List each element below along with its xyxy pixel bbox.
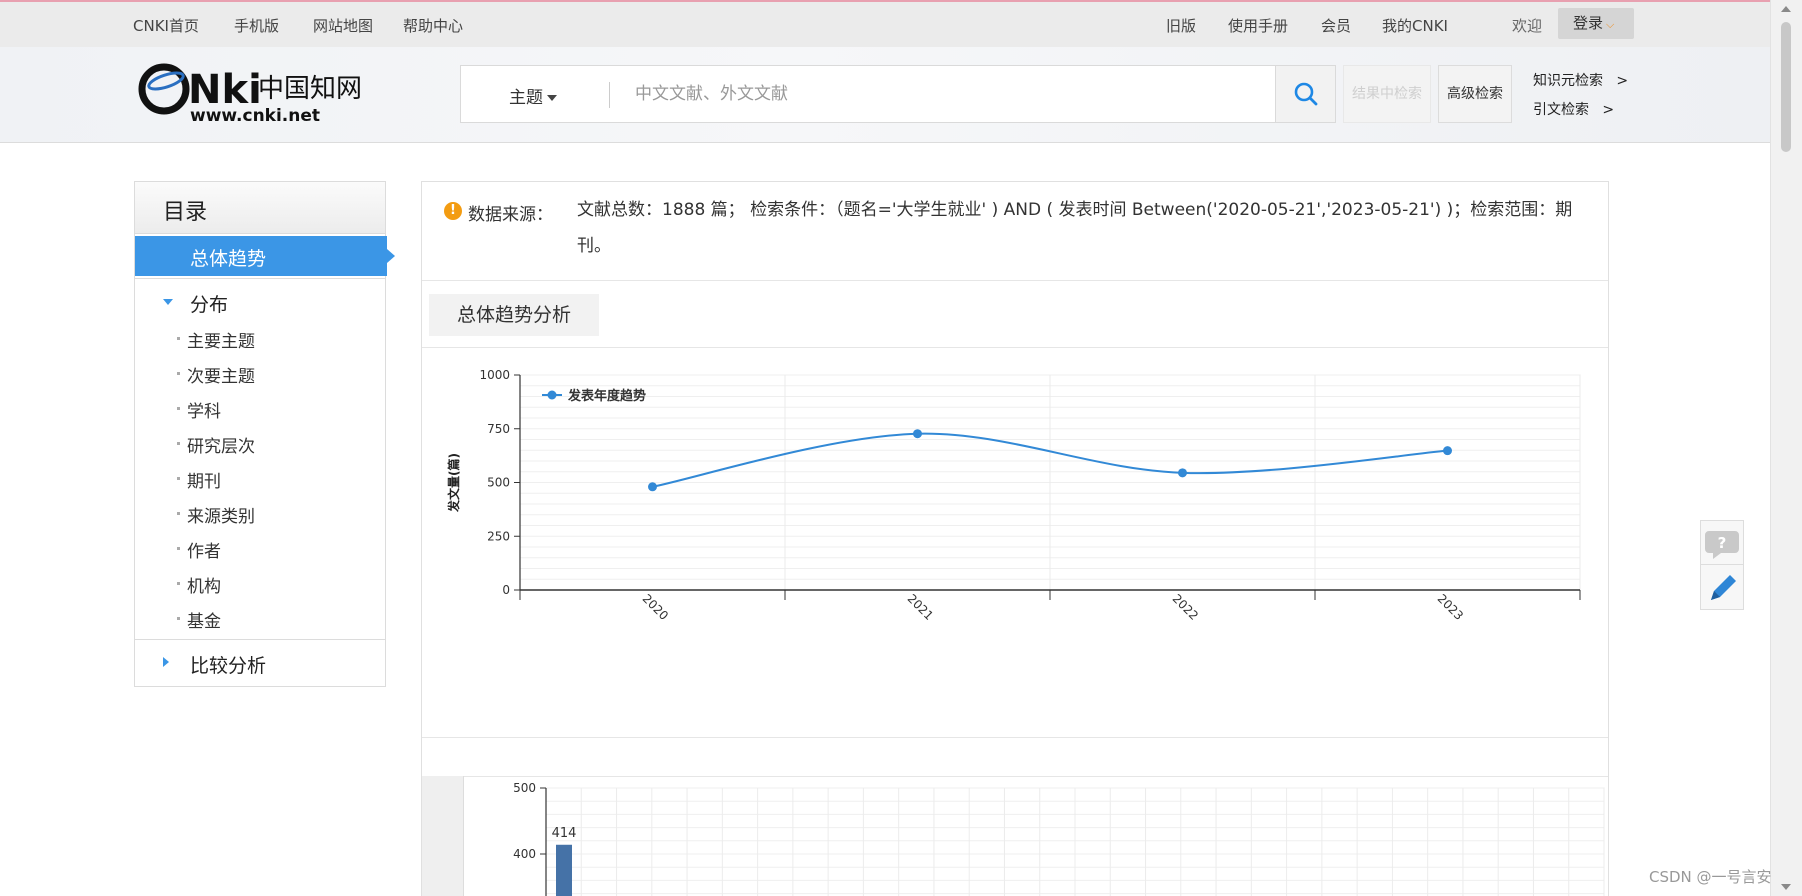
sidebar-item-journal[interactable]: 期刊 (177, 467, 221, 492)
header: Nki 中国知网 www.cnki.net 主题 结果中检索 高级检索 知识元检… (0, 47, 1770, 143)
login-label: 登录 (1573, 14, 1604, 32)
search-in-results-button[interactable]: 结果中检索 (1343, 65, 1431, 123)
knowledge-search-label: 知识元检索 (1533, 73, 1603, 89)
sidebar-item-subject[interactable]: 学科 (177, 397, 221, 422)
nav-old-version[interactable]: 旧版 (1166, 15, 1196, 36)
arrow-right-icon: > (1602, 102, 1615, 118)
pencil-icon (1711, 575, 1736, 600)
sidebar-item-source-type[interactable]: 来源类别 (177, 502, 255, 527)
svg-text:?: ? (1718, 534, 1727, 552)
nav-help[interactable]: 帮助中心 (403, 15, 463, 36)
warning-icon: ! (444, 202, 462, 220)
scrollbar-thumb[interactable] (1781, 22, 1791, 152)
nav-my-cnki[interactable]: 我的CNKI (1382, 15, 1448, 36)
search-input[interactable] (635, 78, 1285, 110)
nav-mobile[interactable]: 手机版 (234, 15, 279, 36)
sidebar-group-label: 比较分析 (190, 655, 267, 677)
welcome-text: 欢迎 (1512, 17, 1543, 35)
search-divider (609, 82, 610, 108)
sidebar-group-label: 分布 (190, 294, 229, 316)
y-tick-label: 500 (513, 781, 536, 795)
search-bar: 主题 (460, 65, 1336, 123)
svg-text:中国知网: 中国知网 (258, 74, 362, 104)
knowledge-search-link[interactable]: 知识元检索 > (1533, 70, 1628, 90)
nav-sitemap[interactable]: 网站地图 (313, 15, 373, 36)
x-tick-label: 2021 (905, 591, 936, 622)
search-button[interactable] (1275, 66, 1335, 122)
search-scope-dropdown[interactable]: 主题 (509, 83, 557, 108)
cnki-logo-graphic: Nki 中国知网 www.cnki.net (138, 63, 362, 126)
lower-bar-chart: 400 500 414 (513, 781, 1605, 896)
tab-overall-trend-analysis[interactable]: 总体趋势分析 (429, 294, 599, 336)
cnki-logo[interactable]: Nki 中国知网 www.cnki.net (138, 61, 368, 126)
data-point-2021 (913, 429, 922, 439)
sidebar-item-overall-trend[interactable]: 总体趋势 (135, 236, 395, 276)
citation-search-label: 引文检索 (1533, 102, 1589, 118)
sidebar-divider (135, 639, 385, 640)
sidebar-item-author[interactable]: 作者 (177, 537, 221, 562)
active-pointer-icon (387, 249, 395, 263)
data-point-2023 (1443, 446, 1452, 456)
search-scope-label: 主题 (509, 88, 543, 108)
data-source-text: 文献总数：1888 篇； 检索条件：（题名='大学生就业' ) AND ( 发表… (577, 200, 1573, 256)
question-bubble-icon: ? (1705, 531, 1739, 559)
advanced-search-button[interactable]: 高级检索 (1438, 65, 1512, 123)
lower-chart-sidebar (422, 776, 464, 896)
x-tick-label: 2023 (1435, 591, 1466, 622)
x-tick-label: 2020 (640, 591, 671, 622)
scroll-down-icon[interactable] (1781, 884, 1791, 890)
feedback-button[interactable]: ? (1701, 521, 1743, 565)
scroll-up-icon[interactable] (1781, 6, 1791, 12)
sidebar-item-main-topic[interactable]: 主要主题 (177, 327, 255, 352)
sidebar-group-compare[interactable]: 比较分析 (135, 651, 387, 678)
nav-cnki-home[interactable]: CNKI首页 (133, 15, 199, 36)
y-axis-label: 发文量(篇) (446, 453, 461, 513)
sidebar-item-institution[interactable]: 机构 (177, 572, 221, 597)
chevron-down-icon: ⌵ (1606, 18, 1615, 31)
legend-marker (547, 390, 557, 400)
y-tick-label: 250 (487, 529, 510, 543)
main-panel: ! 数据来源： 文献总数：1888 篇； 检索条件：（题名='大学生就业' ) … (421, 181, 1609, 896)
data-source-label: 数据来源： (468, 205, 553, 225)
y-tick-label: 500 (487, 476, 510, 490)
data-source-info: ! 数据来源： 文献总数：1888 篇； 检索条件：（题名='大学生就业' ) … (422, 182, 1608, 281)
floating-tools: ? (1700, 520, 1744, 610)
sidebar-item-research-level[interactable]: 研究层次 (177, 432, 255, 457)
sidebar-divider (135, 278, 385, 279)
sidebar-title: 目录 (135, 182, 385, 234)
trend-line-chart: 0 250 500 750 1000 2020 2021 2022 2023 发文量(篇) 发表年度… (446, 368, 1581, 623)
y-tick-label: 1000 (479, 368, 510, 382)
y-tick-label: 400 (513, 847, 536, 861)
x-tick-label: 2022 (1170, 591, 1201, 622)
sidebar-toc: 目录 总体趋势 分布 主要主题 次要主题 学科 研究层次 期刊 来源类别 作者 … (134, 181, 395, 687)
search-icon (1294, 82, 1318, 106)
y-tick-label: 750 (487, 422, 510, 436)
nav-member[interactable]: 会员 (1321, 15, 1351, 36)
login-button[interactable]: 登录 ⌵ (1558, 8, 1634, 39)
arrow-right-icon: > (1616, 73, 1629, 89)
bar (556, 844, 572, 896)
section-divider (422, 737, 1608, 738)
caret-down-icon (547, 95, 557, 101)
watermark: CSDN @一号言安 (1649, 868, 1772, 886)
caret-down-icon (163, 299, 173, 305)
citation-search-link[interactable]: 引文检索 > (1533, 99, 1614, 119)
legend-label: 发表年度趋势 (567, 388, 646, 404)
logo-url: www.cnki.net (190, 106, 320, 125)
y-tick-label: 0 (502, 583, 510, 597)
edit-note-button[interactable] (1701, 566, 1743, 610)
data-point-2022 (1178, 468, 1187, 478)
top-nav-bar: CNKI首页 手机版 网站地图 帮助中心 旧版 使用手册 会员 我的CNKI 欢… (0, 2, 1770, 47)
sidebar-item-secondary-topic[interactable]: 次要主题 (177, 362, 255, 387)
nav-manual[interactable]: 使用手册 (1228, 15, 1288, 36)
vertical-scrollbar[interactable] (1770, 0, 1802, 896)
sidebar-item-label: 总体趋势 (190, 248, 267, 270)
section-divider (422, 347, 1608, 348)
bar-data-label: 414 (552, 826, 577, 841)
sidebar-item-fund[interactable]: 基金 (177, 607, 221, 632)
sidebar-group-distribution[interactable]: 分布 (135, 290, 387, 317)
caret-right-icon (163, 657, 169, 667)
data-point-2020 (648, 482, 657, 492)
